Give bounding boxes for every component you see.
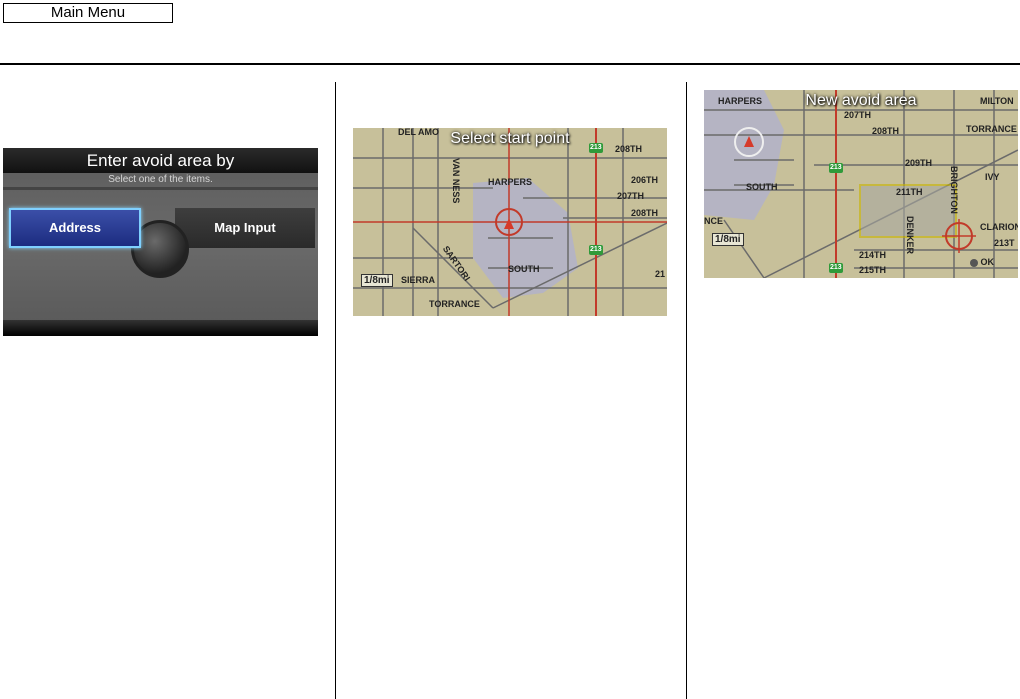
- street-label: HARPERS: [488, 177, 533, 187]
- street-label: HARPERS: [718, 96, 763, 106]
- street-label: 21: [655, 269, 666, 279]
- address-button[interactable]: Address: [9, 208, 141, 248]
- route-shield-icon: 213: [590, 246, 602, 253]
- street-label: 211TH: [896, 187, 923, 197]
- ok-label: OK: [980, 257, 995, 267]
- avoid-area-screen: Enter avoid area by Select one of the it…: [3, 148, 318, 336]
- street-label: DEL AMO: [398, 128, 440, 137]
- header-rule: [0, 63, 1020, 65]
- street-label: VAN NESS: [451, 158, 461, 204]
- street-label: NCE: [704, 216, 724, 226]
- street-label: 209TH: [905, 158, 933, 168]
- street-label: 215TH: [859, 265, 887, 275]
- map-scale: 1/8mi: [712, 233, 744, 246]
- ok-button[interactable]: OK: [970, 257, 994, 267]
- street-label: 213T: [994, 238, 1015, 248]
- street-label: 206TH: [631, 175, 659, 185]
- route-shield-icon: 213: [830, 264, 842, 271]
- map-scale: 1/8mi: [361, 274, 393, 287]
- bottom-bar: [3, 320, 318, 336]
- street-label: 208TH: [872, 126, 900, 136]
- route-shield-icon: 213: [590, 144, 602, 151]
- street-label: DENKER: [905, 216, 915, 255]
- column-divider-2: [686, 82, 687, 699]
- knob-icon: [970, 258, 978, 267]
- street-label: 208TH: [615, 144, 643, 154]
- street-label: TORRANCE: [966, 124, 1017, 134]
- street-label: TORRANCE: [429, 299, 480, 309]
- street-label: IVY: [985, 172, 1000, 182]
- screen-title: Enter avoid area by: [3, 148, 318, 173]
- street-label: CLARION: [980, 222, 1018, 232]
- divider: [3, 187, 318, 190]
- street-label: 208TH: [631, 208, 659, 218]
- street-label: SIERRA: [401, 275, 436, 285]
- street-label: SOUTH: [508, 264, 540, 274]
- main-menu-button[interactable]: Main Menu: [3, 3, 173, 23]
- street-label: BRIGHTON: [949, 166, 959, 214]
- street-label: MILTON: [980, 96, 1014, 106]
- column-divider-1: [335, 82, 336, 699]
- avoid-area-map[interactable]: New avoid area HARPERS 207TH MILTON 208T…: [704, 90, 1018, 278]
- street-label: 207TH: [617, 191, 645, 201]
- map-graphics: [353, 128, 667, 316]
- start-point-map[interactable]: Select start point DEL AMO 208TH VAN NES…: [353, 128, 667, 316]
- street-label: 207TH: [844, 110, 872, 120]
- street-label: SOUTH: [746, 182, 778, 192]
- route-shield-icon: 213: [830, 164, 842, 171]
- screen-subtitle: Select one of the items.: [108, 174, 213, 185]
- map-input-button[interactable]: Map Input: [175, 208, 315, 248]
- street-label: 214TH: [859, 250, 887, 260]
